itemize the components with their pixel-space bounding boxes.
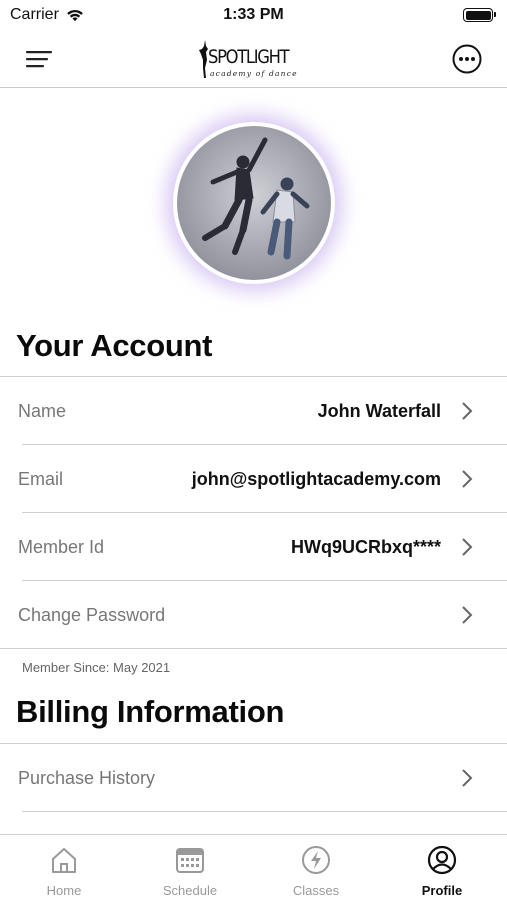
account-section-title: Your Account (16, 328, 213, 363)
profile-avatar[interactable] (173, 122, 335, 284)
battery-icon (463, 8, 496, 22)
chevron-right-icon (462, 470, 473, 488)
row-label: Change Password (18, 605, 166, 625)
account-row-name[interactable]: Name John Waterfall (0, 377, 507, 445)
chevron-right-icon (462, 402, 473, 420)
menu-button[interactable] (24, 46, 56, 72)
member-since-text: Member Since: May 2021 (22, 660, 171, 675)
tab-schedule[interactable]: Schedule (127, 835, 253, 900)
tab-label: Schedule (162, 883, 218, 898)
row-value: john@spotlightacademy.com (191, 469, 441, 489)
chevron-right-icon (462, 538, 473, 556)
account-row-email[interactable]: Email john@spotlightacademy.com (0, 445, 507, 513)
avatar-photo (177, 126, 331, 280)
nav-bar: SPOTLIGHT academy of dance (0, 32, 507, 88)
lightning-icon (302, 846, 330, 874)
billing-row-purchase-history[interactable]: Purchase History (0, 744, 507, 812)
hamburger-menu-icon (26, 51, 52, 68)
row-label: Name (18, 401, 67, 421)
tab-profile[interactable]: Profile (379, 835, 505, 900)
logo-main-text: SPOTLIGHT (208, 46, 290, 68)
logo-sub-text: academy of dance (210, 69, 298, 78)
calendar-icon (176, 848, 204, 873)
account-row-change-password[interactable]: Change Password (0, 581, 507, 649)
divider (22, 811, 507, 812)
account-row-member-id[interactable]: Member Id HWq9UCRbxq**** (0, 513, 507, 581)
row-value: John Waterfall (317, 401, 441, 421)
home-icon (52, 848, 76, 873)
tab-bar: Home Schedule Classes Profile (0, 834, 507, 900)
tab-classes[interactable]: Classes (253, 835, 379, 900)
tab-label: Profile (421, 883, 463, 898)
status-bar: Carrier 1:33 PM (0, 0, 507, 32)
more-options-icon (452, 44, 482, 74)
tab-label: Classes (292, 883, 340, 898)
dancers-photo (177, 126, 331, 280)
status-time: 1:33 PM (223, 6, 284, 23)
row-label: Member Id (18, 537, 105, 557)
more-options-button[interactable] (451, 43, 483, 75)
row-label: Purchase History (18, 768, 156, 788)
row-value: HWq9UCRbxq**** (290, 537, 441, 557)
tab-label: Home (46, 883, 82, 898)
chevron-right-icon (462, 606, 473, 624)
user-circle-icon (427, 845, 457, 875)
divider (0, 648, 507, 649)
billing-section-title: Billing Information (16, 694, 285, 729)
tab-home[interactable]: Home (1, 835, 127, 900)
chevron-right-icon (462, 769, 473, 787)
spotlight-logo: SPOTLIGHT academy of dance (198, 38, 310, 82)
row-label: Email (18, 469, 64, 489)
